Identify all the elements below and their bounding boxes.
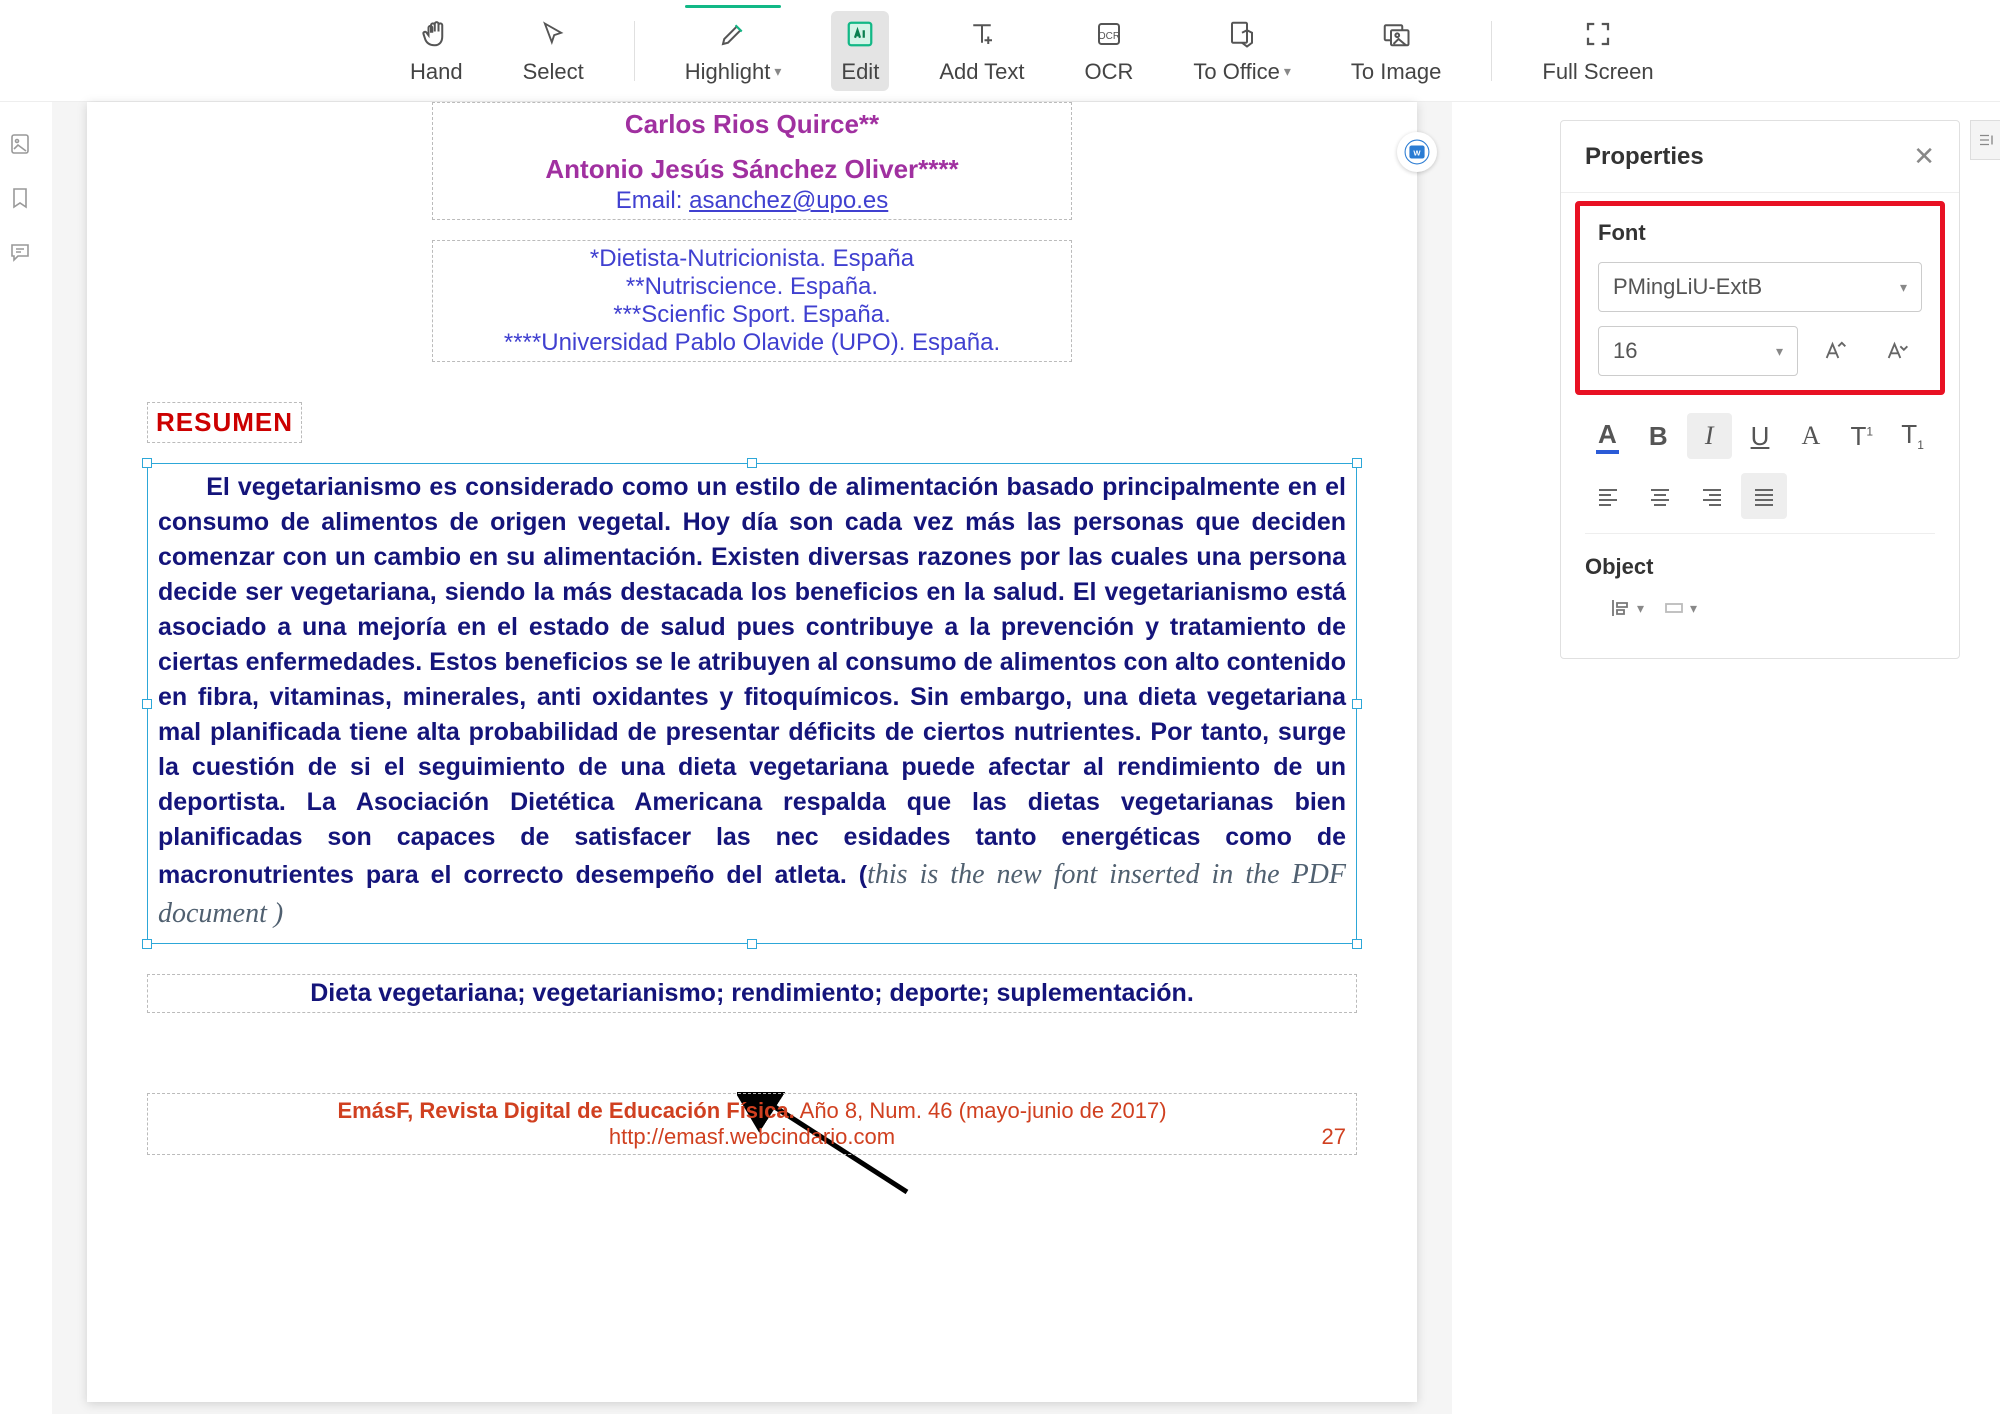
to-image-icon xyxy=(1379,17,1413,51)
to-office-tool[interactable]: To Office ▾ xyxy=(1183,11,1300,91)
hand-label: Hand xyxy=(410,59,463,85)
author-block[interactable]: Carlos Rios Quirce** Antonio Jesús Sánch… xyxy=(432,102,1072,220)
ocr-label: OCR xyxy=(1085,59,1134,85)
add-text-label: Add Text xyxy=(939,59,1024,85)
font-section-highlight: Font PMingLiU-ExtB ▾ 16 ▾ xyxy=(1575,201,1945,395)
affil-1: *Dietista-Nutricionista. España xyxy=(441,245,1063,273)
align-right-button[interactable] xyxy=(1689,473,1735,519)
bold-button[interactable]: B xyxy=(1636,413,1681,459)
highlight-tool[interactable]: Highlight ▾ xyxy=(675,11,792,91)
decrease-font-button[interactable] xyxy=(1874,326,1922,376)
resumen-heading[interactable]: RESUMEN xyxy=(147,402,302,443)
to-image-tool[interactable]: To Image xyxy=(1341,11,1452,91)
email-link[interactable]: asanchez@upo.es xyxy=(689,187,888,214)
author-name-1: Carlos Rios Quirce** xyxy=(441,109,1063,140)
chevron-down-icon: ▾ xyxy=(1776,343,1783,360)
edit-icon xyxy=(843,17,877,51)
to-office-icon xyxy=(1225,17,1259,51)
distribute-objects-button[interactable]: ▾ xyxy=(1662,596,1697,620)
footer-citation: EmásF, Revista Digital de Educación Físi… xyxy=(337,1098,1166,1124)
font-section-title: Font xyxy=(1598,220,1922,246)
pdf-page: W Carlos Rios Quirce** Antonio Jesús Sán… xyxy=(87,102,1417,1402)
properties-panel: Properties ✕ Font PMingLiU-ExtB ▾ 16 ▾ A… xyxy=(1560,120,1960,659)
left-sidebar xyxy=(0,102,40,1414)
highlight-label: Highlight ▾ xyxy=(685,59,782,85)
select-label: Select xyxy=(523,59,584,85)
subscript-button[interactable]: T1 xyxy=(1890,413,1935,459)
affil-4: ****Universidad Pablo Olavide (UPO). Esp… xyxy=(441,329,1063,357)
to-image-label: To Image xyxy=(1351,59,1442,85)
add-text-tool[interactable]: Add Text xyxy=(929,11,1034,91)
edit-tool[interactable]: Edit xyxy=(831,11,889,91)
full-screen-tool[interactable]: Full Screen xyxy=(1532,11,1663,91)
full-screen-label: Full Screen xyxy=(1542,59,1653,85)
highlighter-icon xyxy=(716,17,750,51)
font-size-select[interactable]: 16 ▾ xyxy=(1598,326,1798,376)
panel-title: Properties xyxy=(1585,143,1704,171)
right-panel-toggle[interactable] xyxy=(1970,120,2000,160)
comment-icon[interactable] xyxy=(8,240,32,264)
chevron-down-icon: ▾ xyxy=(1637,600,1644,617)
keywords-box[interactable]: Dieta vegetariana; vegetarianismo; rendi… xyxy=(147,974,1357,1013)
toolbar-separator xyxy=(634,21,635,81)
align-left-button[interactable] xyxy=(1585,473,1631,519)
chevron-down-icon: ▾ xyxy=(1284,63,1291,80)
resize-handle[interactable] xyxy=(1352,939,1362,949)
footer-url: http://emasf.webcindario.com xyxy=(609,1124,895,1150)
document-viewport[interactable]: W Carlos Rios Quirce** Antonio Jesús Sán… xyxy=(52,102,1452,1414)
add-text-icon xyxy=(965,17,999,51)
thumbnails-icon[interactable] xyxy=(8,132,32,156)
bookmark-icon[interactable] xyxy=(8,186,32,210)
footer-box[interactable]: EmásF, Revista Digital de Educación Físi… xyxy=(147,1093,1357,1155)
edit-label: Edit xyxy=(841,59,879,85)
to-office-label: To Office ▾ xyxy=(1193,59,1290,85)
resize-handle[interactable] xyxy=(142,939,152,949)
chevron-down-icon: ▾ xyxy=(1690,600,1697,617)
resize-handle[interactable] xyxy=(747,458,757,468)
ocr-badge[interactable]: W xyxy=(1397,132,1437,172)
font-color-button[interactable]: A xyxy=(1585,413,1630,459)
toolbar-separator xyxy=(1491,21,1492,81)
page-number: 27 xyxy=(1322,1124,1346,1150)
object-section: Object ▾ ▾ xyxy=(1561,544,1959,658)
align-objects-button[interactable]: ▾ xyxy=(1609,596,1644,620)
underline-button[interactable]: U xyxy=(1738,413,1783,459)
select-tool[interactable]: Select xyxy=(513,11,594,91)
align-center-button[interactable] xyxy=(1637,473,1683,519)
top-toolbar: Hand Select Highlight ▾ Edit Add Text OC… xyxy=(0,0,2000,102)
panel-header: Properties ✕ xyxy=(1561,121,1959,192)
resize-handle[interactable] xyxy=(142,699,152,709)
fullscreen-icon xyxy=(1581,17,1615,51)
alignment-row xyxy=(1561,473,1959,519)
increase-font-button[interactable] xyxy=(1812,326,1860,376)
ocr-tool[interactable]: OCR OCR xyxy=(1075,11,1144,91)
superscript-button[interactable]: T1 xyxy=(1839,413,1884,459)
ocr-icon: OCR xyxy=(1092,17,1126,51)
italic-button[interactable]: I xyxy=(1687,413,1732,459)
align-justify-button[interactable] xyxy=(1741,473,1787,519)
hand-tool[interactable]: Hand xyxy=(400,11,473,91)
cursor-icon xyxy=(536,17,570,51)
font-style-button[interactable]: A xyxy=(1788,413,1833,459)
svg-text:OCR: OCR xyxy=(1098,31,1120,42)
affil-2: **Nutriscience. España. xyxy=(441,273,1063,301)
svg-text:W: W xyxy=(1413,148,1421,157)
chevron-down-icon: ▾ xyxy=(1900,279,1907,296)
font-family-select[interactable]: PMingLiU-ExtB ▾ xyxy=(1598,262,1922,312)
object-section-title: Object xyxy=(1585,554,1935,580)
email-line: Email: asanchez@upo.es xyxy=(441,187,1063,215)
close-icon[interactable]: ✕ xyxy=(1913,141,1935,172)
resize-handle[interactable] xyxy=(142,458,152,468)
author-name-2: Antonio Jesús Sánchez Oliver**** xyxy=(441,154,1063,185)
chevron-down-icon: ▾ xyxy=(774,63,781,80)
text-format-row: A B I U A T1 T1 xyxy=(1561,413,1959,459)
hand-icon xyxy=(419,17,453,51)
resize-handle[interactable] xyxy=(1352,458,1362,468)
body-paragraph[interactable]: El vegetarianismo es considerado como un… xyxy=(158,470,1346,933)
affil-3: ***Scienfic Sport. España. xyxy=(441,301,1063,329)
resize-handle[interactable] xyxy=(747,939,757,949)
affiliation-block[interactable]: *Dietista-Nutricionista. España **Nutris… xyxy=(432,240,1072,362)
resize-handle[interactable] xyxy=(1352,699,1362,709)
selected-textbox[interactable]: El vegetarianismo es considerado como un… xyxy=(147,463,1357,944)
